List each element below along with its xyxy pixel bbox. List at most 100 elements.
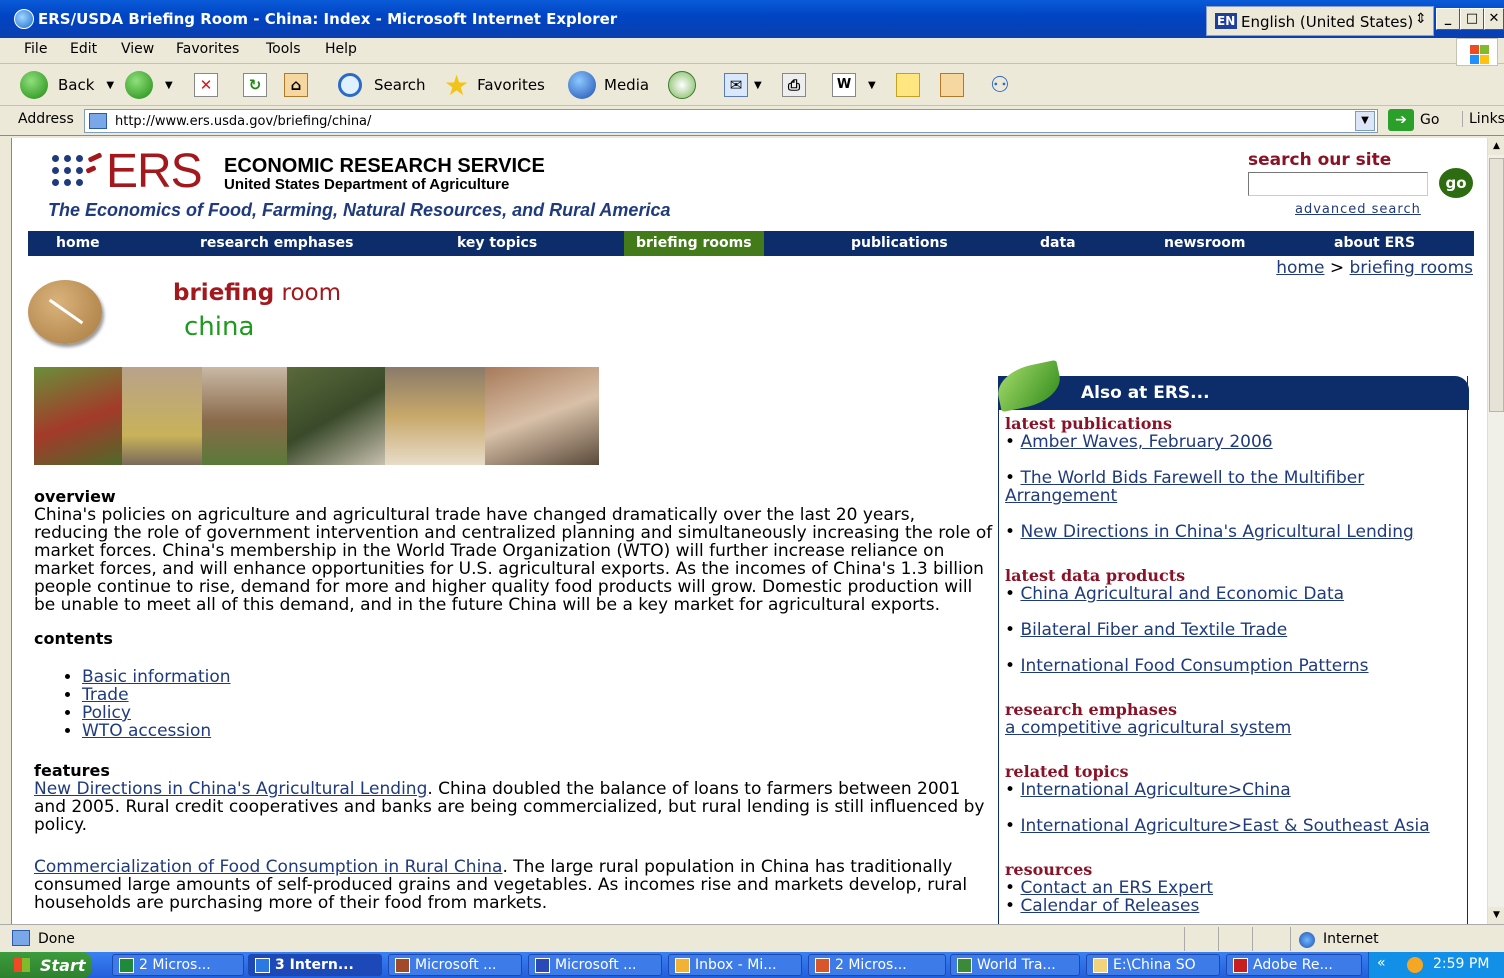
task-adobe-reader[interactable]: Adobe Re... [1226, 954, 1362, 976]
print-button[interactable]: ⎙ [782, 70, 806, 100]
history-button[interactable] [668, 70, 696, 100]
menu-favorites[interactable]: Favorites [176, 41, 239, 57]
app-icon [957, 958, 972, 973]
nav-newsroom[interactable]: newsroom [1164, 235, 1245, 251]
task-microsoft-word[interactable]: Microsoft ... [528, 954, 662, 976]
sidebar-item: • New Directions in China's Agricultural… [1005, 522, 1414, 542]
menu-help[interactable]: Help [325, 41, 357, 57]
go-button[interactable]: ➔ Go [1388, 109, 1439, 131]
media-globe-icon [568, 71, 596, 99]
stop-button[interactable]: ✕ [194, 70, 218, 100]
forward-button[interactable]: ▼ [125, 70, 173, 100]
menu-tools[interactable]: Tools [266, 41, 301, 57]
photo-worker [485, 367, 599, 465]
maximize-button[interactable]: □ [1460, 8, 1484, 30]
task-label: 2 Micros... [835, 957, 907, 973]
title-bar[interactable]: ERS/USDA Briefing Room - China: Index - … [0, 0, 1504, 38]
site-search-input[interactable] [1248, 172, 1428, 196]
system-tray: « 2:59 PM [1368, 952, 1504, 978]
feature-link-agricultural-lending[interactable]: New Directions in China's Agricultural L… [34, 779, 427, 799]
menu-file[interactable]: File [24, 41, 47, 57]
address-dropdown-icon[interactable]: ▼ [1355, 111, 1375, 131]
page-scrollbar[interactable]: ▲ ▼ [1487, 138, 1504, 924]
nav-data[interactable]: data [1040, 235, 1076, 251]
task-powerpoint[interactable]: 2 Micros... [808, 954, 946, 976]
taskbar: Start 2 Micros... 3 Intern... Microsoft … [0, 952, 1504, 978]
tray-expand-icon[interactable]: « [1377, 955, 1386, 971]
task-excel[interactable]: 2 Micros... [112, 954, 244, 976]
briefing-title-rest: room [281, 280, 342, 306]
scroll-up-icon[interactable]: ▲ [1488, 138, 1504, 155]
site-search-go-button[interactable]: go [1439, 168, 1473, 198]
task-label: 2 Micros... [139, 957, 211, 973]
link-china-agricultural-data[interactable]: China Agricultural and Economic Data [1020, 584, 1344, 604]
task-world-trade[interactable]: World Tra... [950, 954, 1080, 976]
link-bilateral-fiber-trade[interactable]: Bilateral Fiber and Textile Trade [1020, 620, 1287, 640]
advanced-search-link[interactable]: advanced search [1295, 202, 1421, 217]
nav-research-emphases[interactable]: research emphases [200, 235, 353, 251]
nav-about-ers[interactable]: about ERS [1334, 235, 1415, 251]
contents-link-trade[interactable]: Trade [82, 685, 129, 705]
breadcrumb: home > briefing rooms [1276, 258, 1473, 278]
nav-briefing-rooms[interactable]: briefing rooms [624, 231, 764, 256]
go-label: Go [1420, 112, 1440, 128]
nav-key-topics[interactable]: key topics [457, 235, 537, 251]
breadcrumb-home[interactable]: home [1276, 258, 1324, 278]
search-button[interactable]: Search [338, 70, 426, 100]
mail-dropdown-icon[interactable]: ▼ [754, 80, 762, 91]
language-options-icon[interactable]: ⇕ [1415, 11, 1427, 27]
address-bar: Address http://www.ers.usda.gov/briefing… [0, 106, 1504, 136]
ie-task-icon [255, 958, 270, 973]
task-explorer-folder[interactable]: E:\China SO [1086, 954, 1220, 976]
forward-dropdown-icon[interactable]: ▼ [165, 80, 173, 91]
home-button[interactable]: ⌂ [284, 70, 308, 100]
ers-logo-dots-icon [52, 152, 104, 191]
task-inbox[interactable]: Inbox - Mi... [668, 954, 802, 976]
messenger-button[interactable]: ⚇ [990, 70, 1010, 100]
breadcrumb-briefing-rooms[interactable]: briefing rooms [1350, 258, 1473, 278]
link-competitive-agricultural-system[interactable]: a competitive agricultural system [1005, 718, 1291, 738]
back-button[interactable]: Back ▼ [20, 70, 114, 100]
link-food-consumption-patterns[interactable]: International Food Consumption Patterns [1020, 656, 1368, 676]
menu-view[interactable]: View [121, 41, 154, 57]
close-button[interactable]: ✕ [1484, 8, 1504, 30]
media-button[interactable]: Media [568, 70, 649, 100]
mail-button[interactable]: ✉ ▼ [724, 70, 762, 100]
minimize-button[interactable]: _ [1436, 8, 1460, 30]
link-agricultural-lending[interactable]: New Directions in China's Agricultural L… [1020, 522, 1413, 542]
menu-edit[interactable]: Edit [70, 41, 97, 57]
scroll-down-icon[interactable]: ▼ [1488, 907, 1504, 924]
task-microsoft-1[interactable]: Microsoft ... [388, 954, 522, 976]
link-contact-expert[interactable]: Contact an ERS Expert [1020, 878, 1213, 898]
refresh-button[interactable]: ↻ [243, 70, 267, 100]
language-bar[interactable]: EN English (United States) ⇕ [1206, 6, 1434, 36]
task-internet-explorer[interactable]: 3 Intern... [248, 954, 382, 976]
ers-logo[interactable]: ERS [106, 148, 203, 196]
clock[interactable]: 2:59 PM [1433, 956, 1489, 972]
scroll-thumb[interactable] [1489, 158, 1504, 412]
start-button[interactable]: Start [0, 952, 92, 978]
link-intl-agriculture-east-asia[interactable]: International Agriculture>East & Southea… [1020, 816, 1429, 836]
favorites-button[interactable]: ★ Favorites [444, 69, 545, 102]
links-button[interactable]: Links [1462, 111, 1504, 127]
edit-dropdown-icon[interactable]: ▼ [868, 80, 876, 91]
contents-link-basic-information[interactable]: Basic information [82, 667, 231, 687]
nav-home[interactable]: home [56, 235, 100, 251]
windows-flag-icon [14, 958, 30, 972]
standard-toolbar: Back ▼ ▼ ✕ ↻ ⌂ Search ★ Favorites Media … [0, 64, 1504, 106]
contents-link-wto-accession[interactable]: WTO accession [82, 721, 211, 741]
link-intl-agriculture-china[interactable]: International Agriculture>China [1020, 780, 1290, 800]
link-calendar-of-releases[interactable]: Calendar of Releases [1020, 896, 1199, 916]
back-dropdown-icon[interactable]: ▼ [106, 80, 114, 91]
nav-publications[interactable]: publications [851, 235, 948, 251]
link-multifiber-arrangement[interactable]: The World Bids Farewell to the Multifibe… [1005, 468, 1364, 506]
sidebar-item: • Bilateral Fiber and Textile Trade [1005, 620, 1288, 640]
sidebar-heading: research emphases [1005, 700, 1178, 719]
contents-link-policy[interactable]: Policy [82, 703, 131, 723]
research-button[interactable] [940, 70, 964, 100]
discuss-button[interactable] [896, 70, 920, 100]
link-amber-waves[interactable]: Amber Waves, February 2006 [1020, 432, 1272, 452]
feature-link-food-consumption[interactable]: Commercialization of Food Consumption in… [34, 857, 502, 877]
edit-button[interactable]: W ▼ [832, 70, 876, 100]
address-input[interactable]: http://www.ers.usda.gov/briefing/china/ … [84, 109, 1378, 133]
